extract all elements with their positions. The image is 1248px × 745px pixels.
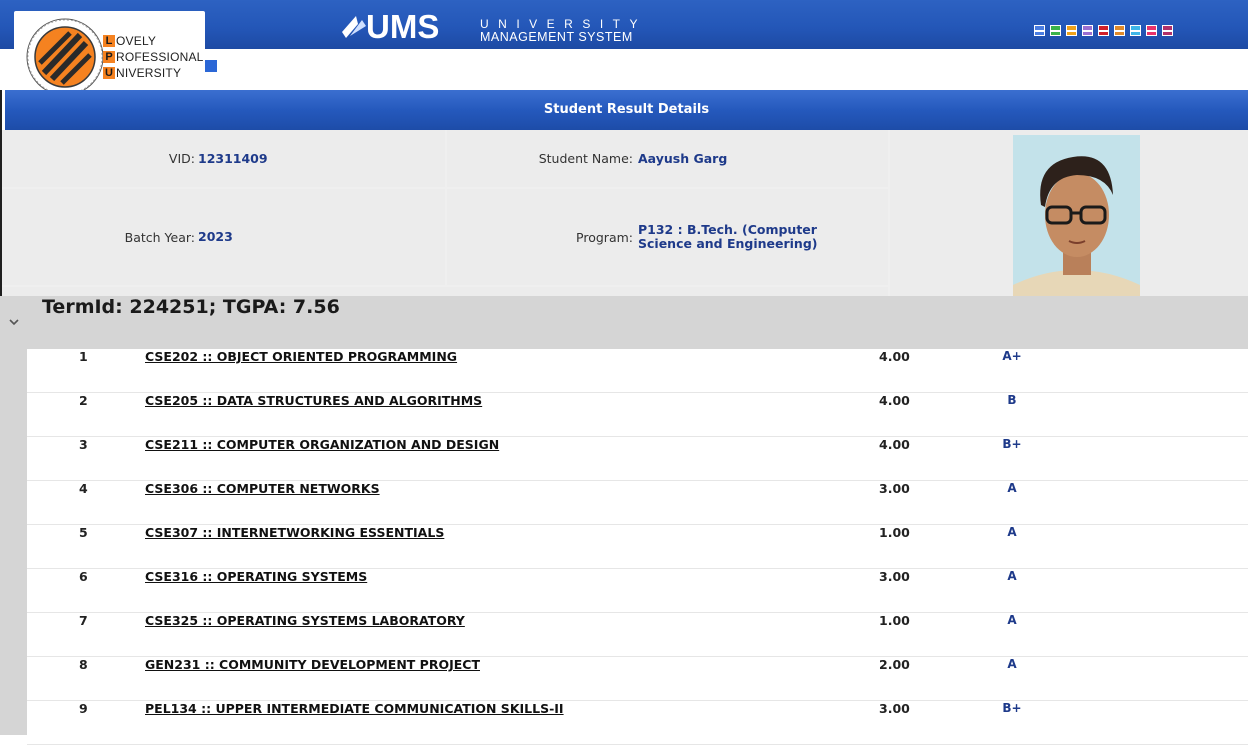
batch-year-label: Batch Year: [124, 229, 195, 245]
course-link[interactable]: PEL134 :: UPPER INTERMEDIATE COMMUNICATI… [145, 701, 564, 716]
logo-line: U NIVERSITY [103, 65, 204, 80]
course-grade: A [1007, 481, 1017, 495]
theme-swatch[interactable] [1130, 25, 1141, 36]
details-row-spacer [2, 287, 888, 296]
course-number: 9 [79, 701, 88, 716]
course-list: 1 CSE202 :: OBJECT ORIENTED PROGRAMMING … [27, 349, 1248, 745]
course-grade: B [1007, 393, 1017, 407]
course-credits: 3.00 [879, 481, 910, 496]
logo-initial: P [103, 50, 115, 63]
theme-swatch[interactable] [1098, 25, 1109, 36]
theme-swatch[interactable] [1114, 25, 1125, 36]
ums-mark-text: UMS [366, 10, 439, 40]
course-link[interactable]: CSE211 :: COMPUTER ORGANIZATION AND DESI… [145, 437, 499, 452]
program-value: P132 : B.Tech. (Computer Science and Eng… [638, 222, 818, 251]
term-title: TermId: 224251; TGPA: 7.56 [42, 296, 340, 318]
course-link[interactable]: CSE316 :: OPERATING SYSTEMS [145, 569, 367, 584]
course-number: 4 [79, 481, 88, 496]
theme-swatch[interactable] [1066, 25, 1077, 36]
table-row: 1 CSE202 :: OBJECT ORIENTED PROGRAMMING … [27, 349, 1248, 393]
table-row: 6 CSE316 :: OPERATING SYSTEMS 3.00 A [27, 569, 1248, 613]
course-credits: 1.00 [879, 525, 910, 540]
ums-logo-icon: UMS [342, 10, 439, 40]
course-credits: 4.00 [879, 437, 910, 452]
logo-word: NIVERSITY [116, 65, 182, 80]
course-number: 1 [79, 349, 88, 364]
course-link[interactable]: CSE325 :: OPERATING SYSTEMS LABORATORY [145, 613, 465, 628]
logo-line: P ROFESSIONAL [103, 49, 204, 64]
table-row: 9 PEL134 :: UPPER INTERMEDIATE COMMUNICA… [27, 701, 1248, 745]
course-grade: B+ [1002, 437, 1022, 451]
course-grade: A [1007, 613, 1017, 627]
table-row: 8 GEN231 :: COMMUNITY DEVELOPMENT PROJEC… [27, 657, 1248, 701]
course-credits: 2.00 [879, 657, 910, 672]
result-title-bar: Student Result Details [5, 90, 1248, 130]
term-accordion-header[interactable]: TermId: 224251; TGPA: 7.56 [0, 296, 1248, 349]
logo-initial: L [103, 34, 115, 47]
course-number: 7 [79, 613, 88, 628]
ums-tagline-top: UNIVERSITY [480, 17, 648, 31]
table-row: 2 CSE205 :: DATA STRUCTURES AND ALGORITH… [27, 393, 1248, 437]
program-label: Program: [576, 229, 633, 245]
lpu-emblem-icon [26, 18, 104, 91]
term-gutter [0, 349, 27, 735]
student-name-label: Student Name: [538, 151, 633, 166]
student-photo [1013, 135, 1140, 296]
theme-swatch[interactable] [1050, 25, 1061, 36]
student-photo-icon [1013, 135, 1140, 296]
table-row: 5 CSE307 :: INTERNETWORKING ESSENTIALS 1… [27, 525, 1248, 569]
chevron-down-icon[interactable] [8, 316, 20, 328]
program-cell: Program: P132 : B.Tech. (Computer Scienc… [447, 189, 888, 285]
course-credits: 4.00 [879, 349, 910, 364]
vid-value: 12311409 [198, 150, 268, 166]
batch-year-value: 2023 [198, 229, 233, 244]
student-name-value: Aayush Garg [638, 150, 728, 166]
table-row: 4 CSE306 :: COMPUTER NETWORKS 3.00 A [27, 481, 1248, 525]
theme-swatch[interactable] [1034, 25, 1045, 36]
vid-label: VID: [168, 151, 195, 166]
course-grade: A+ [1002, 349, 1022, 363]
course-number: 8 [79, 657, 88, 672]
course-grade: A [1007, 525, 1017, 539]
table-row: 3 CSE211 :: COMPUTER ORGANIZATION AND DE… [27, 437, 1248, 481]
course-number: 6 [79, 569, 88, 584]
course-grade: A [1007, 569, 1017, 583]
theme-color-picker [1034, 25, 1173, 36]
course-grade: B+ [1002, 701, 1022, 715]
logo-line: L OVELY [103, 33, 204, 48]
theme-swatch[interactable] [1162, 25, 1173, 36]
course-credits: 4.00 [879, 393, 910, 408]
header-white-strip [205, 49, 1248, 90]
logo-word: ROFESSIONAL [116, 49, 204, 64]
logo-accent-square [205, 60, 217, 72]
course-link[interactable]: CSE205 :: DATA STRUCTURES AND ALGORITHMS [145, 393, 482, 408]
course-credits: 1.00 [879, 613, 910, 628]
course-credits: 3.00 [879, 701, 910, 716]
university-logo[interactable]: L OVELY P ROFESSIONAL U NIVERSITY [14, 11, 205, 91]
course-link[interactable]: CSE306 :: COMPUTER NETWORKS [145, 481, 380, 496]
theme-swatch[interactable] [1146, 25, 1157, 36]
logo-wordmark: L OVELY P ROFESSIONAL U NIVERSITY [103, 33, 204, 81]
logo-word: OVELY [116, 33, 157, 48]
vid-label-cell: VID: 12311409 [2, 130, 445, 187]
logo-initial: U [103, 66, 115, 79]
course-number: 3 [79, 437, 88, 452]
course-grade: A [1007, 657, 1017, 671]
ums-tagline: UNIVERSITY MANAGEMENT SYSTEM [480, 18, 647, 44]
name-cell: Student Name: Aayush Garg [447, 130, 888, 187]
course-number: 2 [79, 393, 88, 408]
batch-cell: Batch Year: 2023 [2, 189, 445, 285]
course-number: 5 [79, 525, 88, 540]
table-row: 7 CSE325 :: OPERATING SYSTEMS LABORATORY… [27, 613, 1248, 657]
course-link[interactable]: GEN231 :: COMMUNITY DEVELOPMENT PROJECT [145, 657, 480, 672]
ums-tagline-bottom: MANAGEMENT SYSTEM [480, 30, 633, 44]
course-link[interactable]: CSE202 :: OBJECT ORIENTED PROGRAMMING [145, 349, 457, 364]
course-credits: 3.00 [879, 569, 910, 584]
course-link[interactable]: CSE307 :: INTERNETWORKING ESSENTIALS [145, 525, 444, 540]
theme-swatch[interactable] [1082, 25, 1093, 36]
